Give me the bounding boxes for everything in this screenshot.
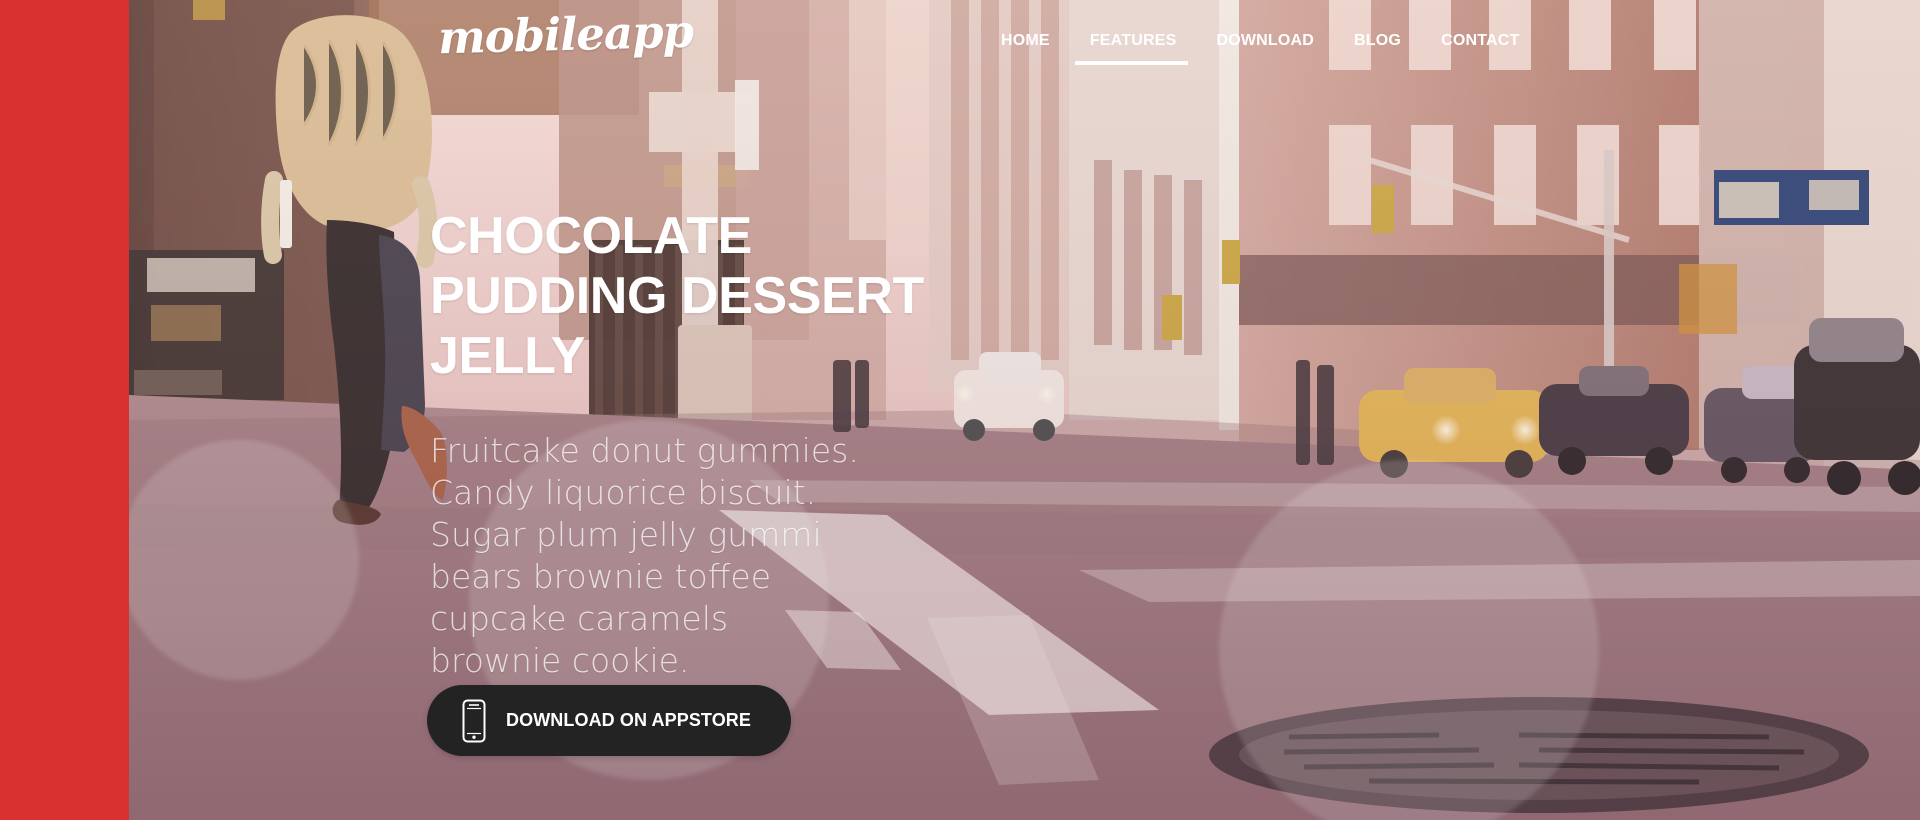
hero-body-text: Fruitcake donut gummies. Candy liquorice… <box>430 431 859 680</box>
nav-home[interactable]: HOME <box>1001 31 1050 51</box>
nav-download[interactable]: DOWNLOAD <box>1216 31 1314 51</box>
hero-copy: CHOCOLATE PUDDING DESSERT JELLY Fruitcak… <box>430 206 930 682</box>
hero-section <box>129 0 1920 820</box>
nav-blog[interactable]: BLOG <box>1354 31 1401 51</box>
top-navigation-bar: mobileapp HOME FEATURES DOWNLOAD BLOG CO… <box>0 0 1920 84</box>
nav-contact[interactable]: CONTACT <box>1441 31 1519 51</box>
download-appstore-label: DOWNLOAD ON APPSTORE <box>506 710 752 730</box>
red-side-panel <box>0 0 129 820</box>
main-navigation: HOME FEATURES DOWNLOAD BLOG CONTACT <box>1001 31 1520 65</box>
hero-headline: CHOCOLATE PUDDING DESSERT JELLY <box>430 207 924 385</box>
phone-icon <box>461 699 487 743</box>
landing-page: mobileapp HOME FEATURES DOWNLOAD BLOG CO… <box>0 0 1920 832</box>
city-street-background <box>129 0 1920 820</box>
brand-logo[interactable]: mobileapp <box>437 5 693 65</box>
download-appstore-button[interactable]: DOWNLOAD ON APPSTORE <box>427 685 791 756</box>
nav-features[interactable]: FEATURES <box>1074 31 1189 65</box>
